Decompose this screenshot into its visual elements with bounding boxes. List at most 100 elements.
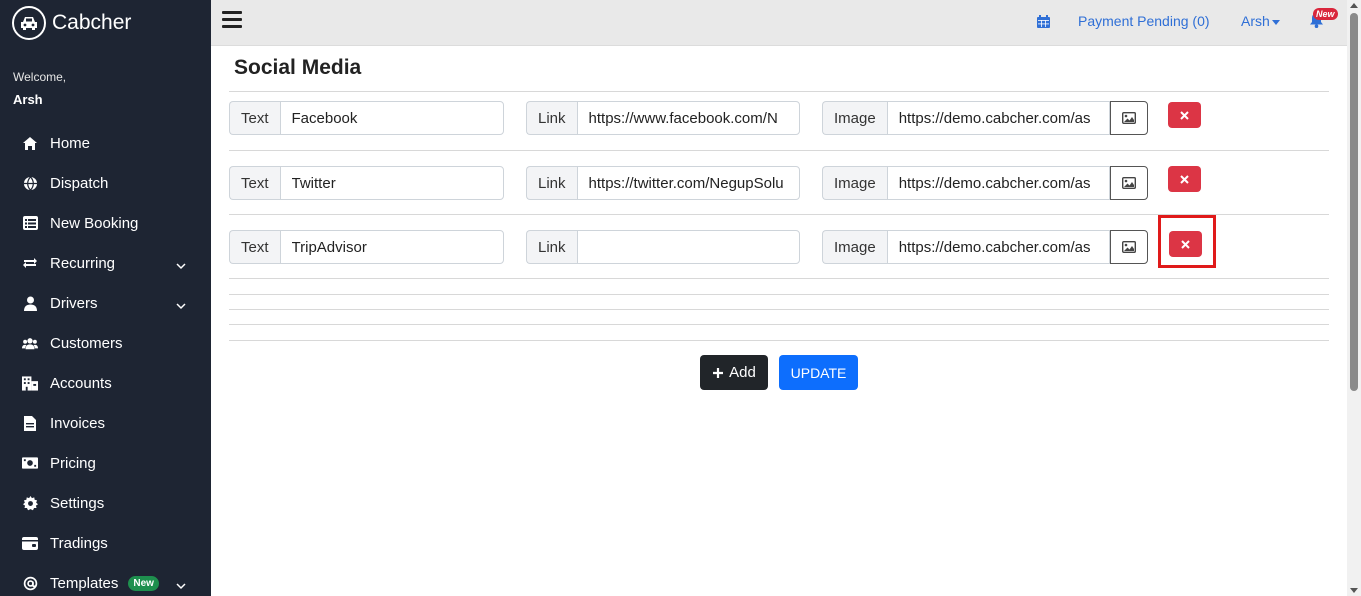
image-picker-button[interactable] (1109, 230, 1148, 264)
image-addon-label: Image (822, 101, 887, 135)
scroll-up-arrow-icon[interactable] (1350, 3, 1358, 8)
plus-icon (713, 367, 724, 378)
file-icon (22, 415, 38, 431)
sidebar-item-label: Home (50, 134, 91, 152)
add-button-label: Add (729, 364, 756, 381)
delete-row-button[interactable] (1168, 166, 1201, 192)
close-icon (1180, 110, 1189, 120)
image-input-group: Image (822, 230, 1148, 264)
image-input[interactable] (886, 101, 1110, 135)
divider (229, 91, 1329, 92)
sidebar-item-customers[interactable]: Customers (0, 323, 211, 363)
delete-row-button[interactable] (1168, 102, 1201, 128)
sidebar-user-name: Arsh (13, 92, 43, 107)
social-media-row: Text Link Image (229, 166, 1329, 200)
chevron-down-icon (176, 257, 186, 274)
scroll-down-arrow-icon[interactable] (1350, 588, 1358, 593)
list-icon (22, 215, 38, 231)
sidebar-item-label: Tradings (50, 534, 108, 552)
repeat-icon (22, 255, 38, 271)
social-media-row: Text Link Image (229, 101, 1329, 135)
sidebar-item-label: New Booking (50, 214, 139, 232)
sidebar-item-label: Invoices (50, 414, 106, 432)
user-dropdown[interactable]: Arsh (1241, 13, 1280, 29)
link-input-group: Link (526, 101, 800, 135)
text-input-group: Text (229, 101, 504, 135)
money-icon (22, 455, 38, 471)
sidebar-item-label: Settings (50, 494, 105, 512)
divider (229, 340, 1329, 341)
new-badge: New (128, 575, 159, 591)
link-input[interactable] (576, 101, 800, 135)
sidebar-item-label: Customers (50, 334, 123, 352)
building-icon (22, 375, 38, 391)
scroll-thumb[interactable] (1350, 13, 1358, 391)
divider (229, 324, 1329, 325)
page-title: Social Media (234, 56, 362, 79)
sidebar-item-accounts[interactable]: Accounts (0, 363, 211, 403)
sidebar-item-drivers[interactable]: Drivers (0, 283, 211, 323)
sidebar-item-label: Pricing (50, 454, 96, 472)
image-input-group: Image (822, 101, 1148, 135)
globe-icon (22, 175, 38, 191)
sidebar-item-label: Recurring (50, 254, 116, 272)
divider (229, 294, 1329, 295)
sidebar: Cabcher Welcome, Arsh Home Dispatch New … (0, 0, 211, 596)
divider (229, 309, 1329, 310)
chevron-down-icon (176, 297, 186, 314)
at-icon (22, 575, 38, 591)
sidebar-item-recurring[interactable]: Recurring (0, 243, 211, 283)
link-input[interactable] (576, 166, 800, 200)
divider (229, 150, 1329, 151)
link-input-group: Link (526, 230, 800, 264)
highlight-box (1158, 215, 1216, 268)
topbar: Payment Pending (0) Arsh New (211, 0, 1347, 46)
close-icon (1180, 174, 1189, 184)
sidebar-item-pricing[interactable]: Pricing (0, 443, 211, 483)
user-icon (22, 295, 38, 311)
sidebar-item-templates[interactable]: Templates New (0, 563, 211, 596)
sidebar-item-new-booking[interactable]: New Booking (0, 203, 211, 243)
link-addon-label: Link (526, 101, 577, 135)
update-button-label: UPDATE (790, 364, 847, 381)
sidebar-item-invoices[interactable]: Invoices (0, 403, 211, 443)
brand[interactable]: Cabcher (0, 0, 211, 46)
image-input-group: Image (822, 166, 1148, 200)
image-picker-button[interactable] (1109, 101, 1148, 135)
text-input[interactable] (279, 166, 504, 200)
image-icon (1121, 241, 1136, 253)
calendar-icon[interactable] (1037, 15, 1050, 33)
sidebar-nav: Home Dispatch New Booking Recurring Driv… (0, 123, 211, 596)
text-addon-label: Text (229, 101, 280, 135)
text-input-group: Text (229, 166, 504, 200)
image-icon (1121, 177, 1136, 189)
image-input[interactable] (886, 166, 1110, 200)
text-input[interactable] (279, 230, 504, 264)
update-button[interactable]: UPDATE (779, 355, 858, 390)
hamburger-menu-icon[interactable] (222, 11, 242, 29)
text-input[interactable] (279, 101, 504, 135)
link-input[interactable] (576, 230, 800, 264)
text-addon-label: Text (229, 230, 280, 264)
sidebar-item-home[interactable]: Home (0, 123, 211, 163)
link-addon-label: Link (526, 230, 577, 264)
image-input[interactable] (886, 230, 1110, 264)
sidebar-item-settings[interactable]: Settings (0, 483, 211, 523)
sidebar-item-label: Templates (50, 574, 119, 592)
text-addon-label: Text (229, 166, 280, 200)
sidebar-item-dispatch[interactable]: Dispatch (0, 163, 211, 203)
notification-new-badge: New (1313, 8, 1338, 20)
vertical-scrollbar[interactable] (1347, 0, 1361, 596)
payment-pending-link[interactable]: Payment Pending (0) (1078, 13, 1210, 29)
image-picker-button[interactable] (1109, 166, 1148, 200)
sidebar-item-label: Dispatch (50, 174, 109, 192)
welcome-text: Welcome, (13, 70, 67, 84)
caret-down-icon (1271, 19, 1280, 25)
chevron-down-icon (176, 577, 186, 594)
link-input-group: Link (526, 166, 800, 200)
image-addon-label: Image (822, 230, 887, 264)
sidebar-item-tradings[interactable]: Tradings (0, 523, 211, 563)
car-logo-icon (12, 6, 46, 40)
brand-name: Cabcher (52, 11, 132, 34)
add-button[interactable]: Add (700, 355, 768, 390)
